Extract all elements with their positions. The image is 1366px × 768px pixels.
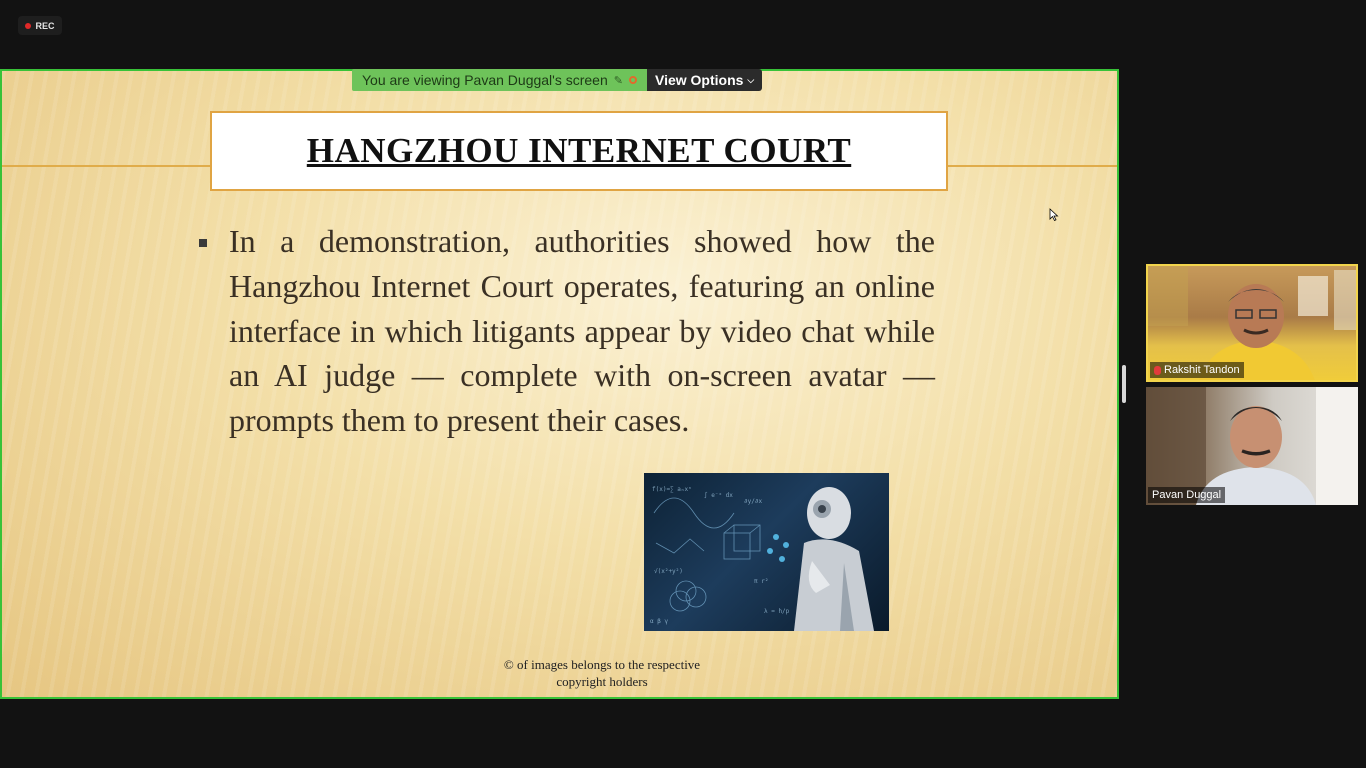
participant-name-tag: Rakshit Tandon [1150, 362, 1244, 378]
chevron-down-icon: ⌵ [747, 74, 755, 85]
slide-bullet-text: In a demonstration, authorities showed h… [229, 223, 935, 439]
shared-screen: HANGZHOU INTERNET COURT In a demonstrati… [0, 69, 1119, 699]
bullet-square-icon [199, 239, 207, 247]
svg-text:∫ e⁻ˣ dx: ∫ e⁻ˣ dx [704, 491, 733, 499]
svg-text:α β γ: α β γ [650, 618, 668, 625]
video-tile-pavan-duggal[interactable]: Pavan Duggal [1146, 387, 1358, 505]
video-tile-rakshit-tandon[interactable]: Rakshit Tandon [1146, 264, 1358, 382]
mouse-cursor-icon [1049, 208, 1059, 222]
view-options-button[interactable]: View Options ⌵ [646, 69, 763, 91]
svg-text:f(x)=∑ aₙxⁿ: f(x)=∑ aₙxⁿ [652, 486, 692, 493]
slide-title-box: HANGZHOU INTERNET COURT [210, 111, 948, 191]
viewing-screen-text: You are viewing Pavan Duggal's screen [362, 72, 608, 88]
copyright-line-1: © of images belongs to the respective [503, 657, 701, 672]
panel-resize-handle[interactable] [1122, 365, 1126, 403]
slide-title: HANGZHOU INTERNET COURT [306, 131, 852, 170]
recording-badge[interactable]: REC [18, 16, 62, 35]
participant-name-tag: Pavan Duggal [1148, 487, 1226, 503]
svg-text:λ = h/p: λ = h/p [764, 608, 790, 615]
viewing-screen-label: You are viewing Pavan Duggal's screen ✎ [352, 69, 647, 91]
pin-icon[interactable]: ✎ [614, 74, 623, 87]
mic-muted-icon [1154, 365, 1161, 375]
participant-name: Pavan Duggal [1152, 489, 1222, 501]
view-options-label: View Options [654, 72, 744, 88]
copyright-note: © of images belongs to the respective co… [462, 656, 742, 690]
recording-label: REC [35, 20, 55, 31]
copyright-line-2: copyright holders [556, 674, 648, 689]
svg-text:∂y/∂x: ∂y/∂x [744, 498, 762, 505]
stop-share-icon[interactable] [628, 76, 637, 84]
record-dot-icon [25, 22, 32, 29]
ai-robot-image: f(x)=∑ aₙxⁿ ∫ e⁻ˣ dx √(x²+y²) π r² ∂y/∂x… [644, 473, 889, 631]
svg-text:π r²: π r² [754, 578, 768, 585]
svg-text:√(x²+y²): √(x²+y²) [654, 568, 683, 575]
participant-name: Rakshit Tandon [1164, 364, 1240, 376]
screen-share-banner: You are viewing Pavan Duggal's screen ✎ … [352, 69, 763, 91]
slide-bullet: In a demonstration, authorities showed h… [199, 219, 939, 443]
